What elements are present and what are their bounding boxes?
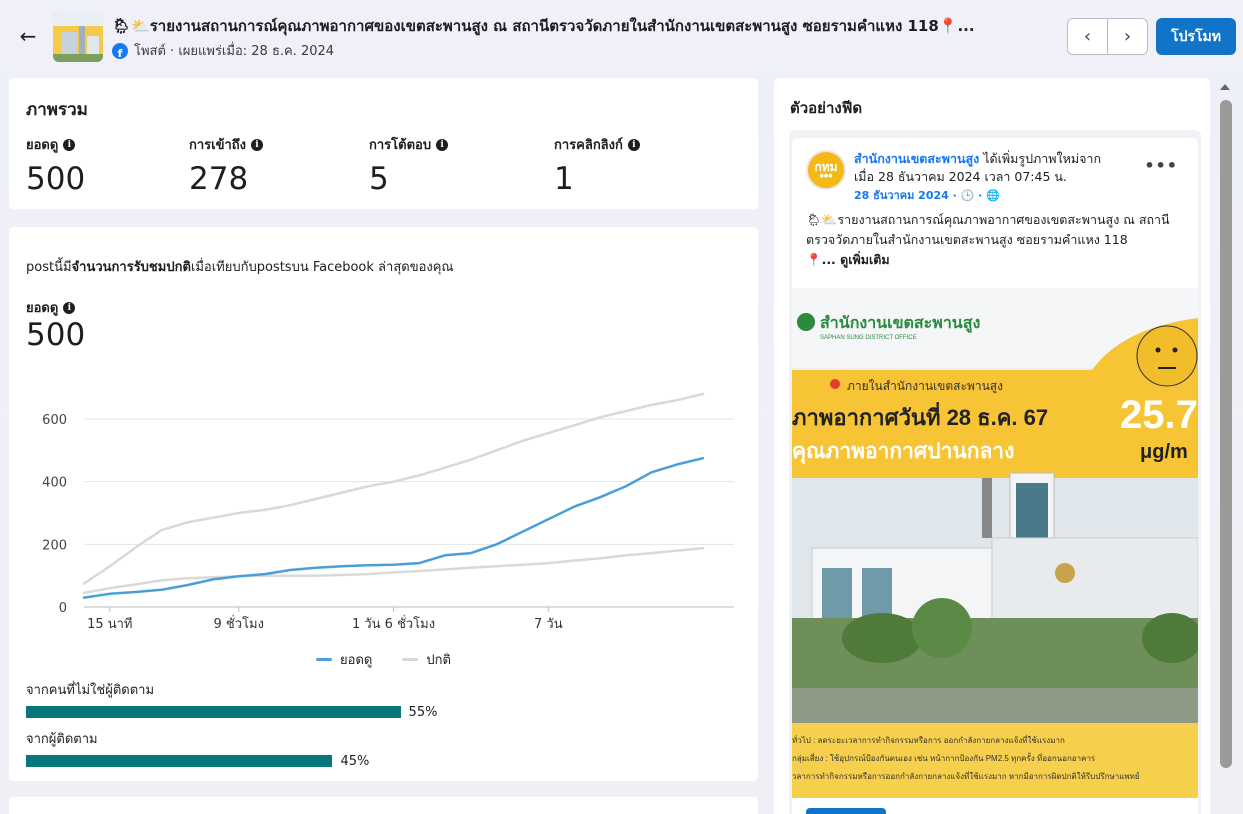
info-icon[interactable]: i [436, 138, 449, 151]
page-header: ← 🌦⛅รายงานสถานการณ์คุณภาพอากาศของเขตสะพา… [0, 0, 1243, 76]
metric-label: ยอดดู [26, 138, 59, 153]
x-tick-label: 7 วัน [534, 617, 563, 632]
see-more-link[interactable]: 📍... ดูเพิ่มเติม [806, 252, 890, 267]
infographic-location: ภายในสำนักงานเขตสะพานสูง [847, 379, 1003, 394]
x-tick-label: 9 ชั่วโมง [214, 615, 264, 632]
legend-item-views[interactable]: ยอดดู [316, 649, 372, 670]
office-logo-icon [797, 313, 815, 331]
infographic-note-2: กลุ่มเสี่ยง : ใช้อุปกรณ์ป้องกันตนเอง เช่… [792, 752, 1096, 763]
post-subtitle: f โพสต์ · เผยแพร่เมื่อ: 28 ธ.ค. 2024 [112, 40, 334, 61]
chevron-left-icon[interactable]: ‹ [1084, 26, 1091, 47]
legend-label: ปกติ [426, 653, 451, 668]
page-avatar[interactable]: กทม ●●● [806, 150, 846, 190]
post-thumbnail-image [53, 12, 103, 62]
post-preview-frame: กทม ●●● สำนักงานเขตสะพานสูง ได้เพิ่มรูปภ… [789, 130, 1201, 814]
post-header: สำนักงานเขตสะพานสูง ได้เพิ่มรูปภาพใหม่จา… [854, 150, 1154, 205]
post-date-meta[interactable]: 28 ธันวาคม 2024 · 🕒 · 🌐 [854, 189, 1000, 202]
audience-percent: 55% [408, 705, 438, 720]
audience-row-followers: จากผู้ติดตาม 45% [26, 728, 746, 769]
audience-bar-track: 45% [26, 754, 746, 769]
metric-value: 500 [26, 161, 86, 197]
x-tick-label: 15 นาที [87, 616, 132, 632]
legend-swatch [402, 658, 419, 661]
back-button[interactable]: ← [16, 24, 40, 48]
series-line [82, 392, 705, 585]
feed-preview-card: ตัวอย่างฟีด กทม ●●● สำนักงานเขตสะพานสูง … [774, 78, 1210, 814]
next-post-button[interactable]: › [1107, 19, 1147, 54]
post-head-line2: เมื่อ 28 ธันวาคม 2024 เวลา 07:45 น. [854, 169, 1067, 184]
metric-link-clicks: การคลิกลิงก์ i 1 [554, 134, 640, 197]
arrow-left-icon[interactable]: ← [20, 24, 37, 48]
post-published-text: โพสต์ · เผยแพร่เมื่อ: 28 ธ.ค. 2024 [134, 44, 335, 59]
info-icon[interactable]: i [627, 138, 640, 151]
y-tick-label: 400 [42, 476, 67, 491]
feed-preview-title: ตัวอย่างฟีด [790, 99, 863, 117]
audience-bar-fill [26, 706, 401, 718]
legend-label: ยอดดู [340, 653, 373, 668]
legend-swatch [316, 658, 333, 661]
post-thumbnail [53, 12, 103, 62]
avatar-subtext: ●●● [819, 173, 833, 179]
pm-value: 25.7 [1120, 393, 1198, 437]
infographic-headline: ภาพอากาศวันที่ 28 ธ.ค. 67 [792, 401, 1048, 430]
pm-unit: μg/m [1140, 441, 1188, 463]
info-icon[interactable]: i [63, 138, 76, 151]
post-body-text: 🌦⛅รายงานสถานการณ์คุณภาพอากาศของเขตสะพานส… [806, 212, 1170, 247]
overview-title: ภาพรวม [26, 100, 88, 120]
scroll-up-icon[interactable] [1220, 84, 1230, 90]
next-section-card [9, 797, 758, 814]
info-icon[interactable]: i [251, 138, 264, 151]
overview-card: ภาพรวม ยอดดู i 500 การเข้าถึง i 278 การโ… [9, 78, 758, 209]
views-line-chart: 0 200 400 600 15 นาที 9 ชั่วโมง 1 วัน 6 ชั่วโม… [42, 392, 734, 632]
air-quality-infographic: สำนักงานเขตสะพานสูง SAPHAN SUNG DISTRICT… [792, 288, 1198, 798]
office-name: สำนักงานเขตสะพานสูง [820, 314, 980, 334]
scroll-thumb[interactable] [1220, 100, 1232, 768]
post-image[interactable]: สำนักงานเขตสะพานสูง SAPHAN SUNG DISTRICT… [792, 288, 1198, 798]
audience-percent: 45% [340, 754, 370, 769]
page-name-link[interactable]: สำนักงานเขตสะพานสูง [854, 151, 979, 166]
post-action-button[interactable] [806, 808, 886, 814]
post-preview: กทม ●●● สำนักงานเขตสะพานสูง ได้เพิ่มรูปภ… [792, 138, 1198, 814]
avatar-text: กทม [814, 160, 838, 174]
metric-label: การคลิกลิงก์ [554, 138, 623, 153]
metric-interactions: การโต้ตอบ i 5 [369, 134, 449, 197]
facebook-icon: f [112, 42, 128, 59]
x-tick-label: 1 วัน 6 ชั่วโมง [352, 615, 435, 632]
metric-value: 5 [369, 161, 389, 197]
chevron-right-icon[interactable]: › [1124, 26, 1131, 47]
preview-scrollbar[interactable] [1217, 78, 1235, 814]
post-title: 🌦⛅รายงานสถานการณ์คุณภาพอากาศของเขตสะพานส… [112, 17, 975, 35]
infographic-subheadline: คุณภาพอากาศปานกลาง [792, 440, 1014, 465]
post-head-text: ได้เพิ่มรูปภาพใหม่จาก [979, 151, 1102, 166]
post-navigation: ‹ › [1067, 18, 1148, 55]
audience-bar-fill [26, 755, 333, 767]
metric-views: ยอดดู i 500 [26, 134, 85, 197]
metric-label: การเข้าถึง [189, 138, 247, 153]
metric-value: 278 [189, 161, 249, 197]
office-name-en: SAPHAN SUNG DISTRICT OFFICE [820, 335, 917, 341]
y-tick-label: 600 [42, 413, 67, 428]
audience-label: จากผู้ติดตาม [26, 732, 98, 747]
audience-label: จากคนที่ไม่ใช่ผู้ติดตาม [26, 683, 155, 698]
chart-legend: ยอดดู ปกติ [9, 649, 758, 670]
y-tick-label: 200 [42, 538, 67, 553]
more-horizontal-icon[interactable]: ••• [1144, 156, 1178, 175]
series-line [82, 456, 705, 599]
views-chart-card: postนี้มีจำนวนการรับชมปกติเมื่อเทียบกับp… [9, 227, 758, 781]
audience-bar-track: 55% [26, 705, 746, 720]
metric-value: 1 [554, 161, 574, 197]
y-tick-label: 0 [59, 601, 67, 616]
face-icon [1136, 325, 1198, 387]
metric-reach: การเข้าถึง i 278 [189, 134, 264, 197]
previous-post-button[interactable]: ‹ [1068, 19, 1107, 54]
legend-item-typical[interactable]: ปกติ [402, 649, 451, 670]
infographic-note-1: ทั่วไป : ลดระยะเวลาการทำกิจกรรมหรือการ อ… [792, 734, 1065, 745]
infographic-note-3: วลาการทำกิจกรรมหรือการออกกำลังกายกลางแจ้… [792, 770, 1140, 781]
promote-button[interactable]: โปรโมท [1156, 18, 1236, 55]
location-pin-icon [830, 379, 840, 389]
audience-row-non-followers: จากคนที่ไม่ใช่ผู้ติดตาม 55% [26, 679, 746, 720]
metric-label: การโต้ตอบ [369, 138, 432, 153]
post-body: 🌦⛅รายงานสถานการณ์คุณภาพอากาศของเขตสะพานส… [806, 210, 1186, 270]
